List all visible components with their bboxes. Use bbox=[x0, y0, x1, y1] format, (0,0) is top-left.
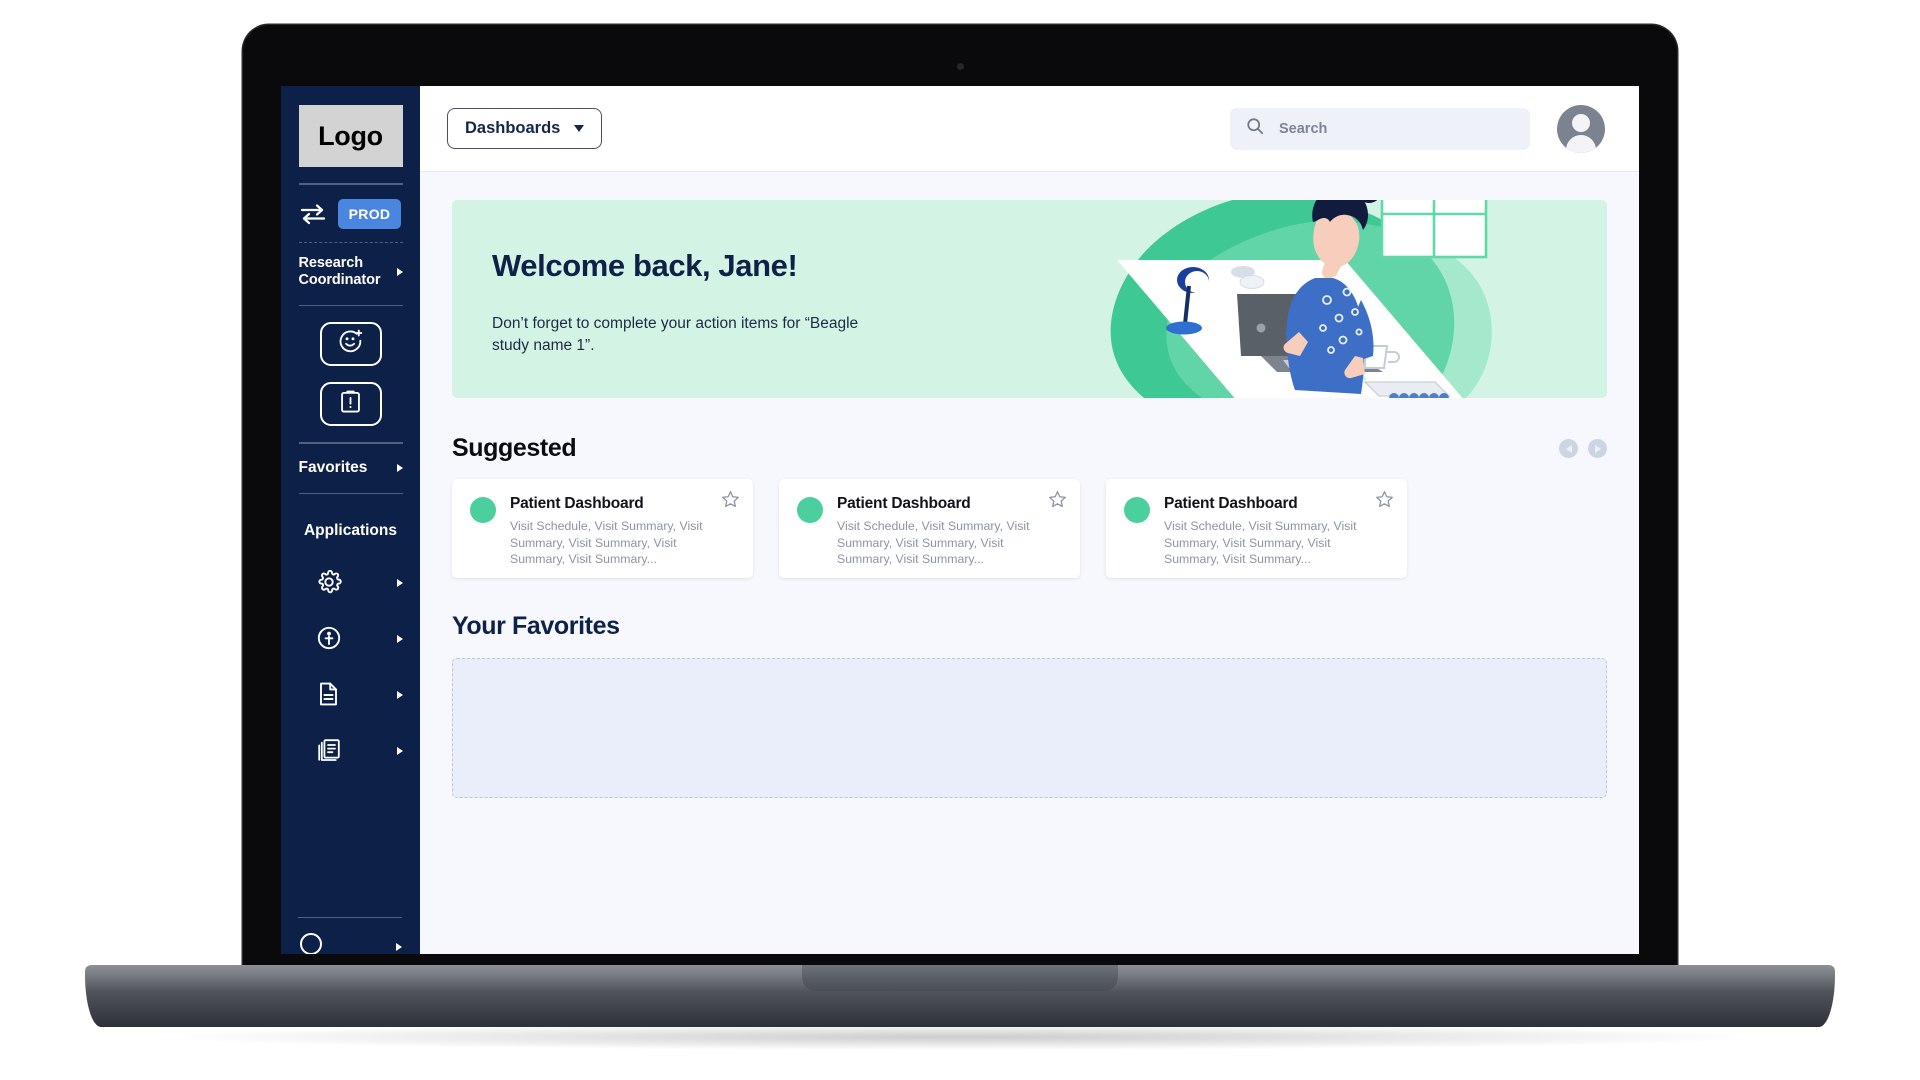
carousel-controls bbox=[1559, 439, 1607, 458]
page-title: Welcome back, Jane! bbox=[492, 248, 798, 283]
app-color-dot bbox=[1124, 497, 1150, 523]
chevron-left-icon bbox=[1565, 444, 1572, 453]
laptop-base-notch bbox=[802, 965, 1118, 991]
add-person-button[interactable] bbox=[319, 322, 382, 367]
suggested-section-header: Suggested bbox=[452, 434, 1607, 463]
applications-heading: Applications bbox=[303, 522, 397, 540]
dashboards-label: Dashboards bbox=[465, 119, 561, 137]
swap-arrows-icon bbox=[300, 203, 327, 225]
environment-badge[interactable]: PROD bbox=[337, 198, 402, 229]
add-person-icon bbox=[338, 329, 363, 359]
chevron-right-icon bbox=[396, 942, 402, 951]
avatar-head bbox=[1572, 113, 1590, 132]
carousel-next-button[interactable] bbox=[1588, 439, 1607, 458]
sidebar-divider bbox=[298, 916, 402, 918]
sidebar-item-people[interactable] bbox=[299, 625, 403, 652]
search-icon bbox=[1246, 117, 1264, 140]
action-items-button[interactable] bbox=[319, 382, 382, 427]
content-area: Welcome back, Jane! Don’t forget to comp… bbox=[420, 172, 1639, 954]
suggested-card[interactable]: Patient Dashboard Visit Schedule, Visit … bbox=[779, 479, 1080, 578]
sidebar-divider bbox=[298, 442, 403, 444]
card-description: Visit Schedule, Visit Summary, Visit Sum… bbox=[837, 519, 1030, 567]
app-color-dot bbox=[797, 497, 823, 523]
welcome-subtext: Don’t forget to complete your action ite… bbox=[492, 315, 859, 355]
card-description: Visit Schedule, Visit Summary, Visit Sum… bbox=[510, 519, 703, 567]
star-outline-icon[interactable] bbox=[1048, 490, 1067, 509]
help-icon bbox=[298, 931, 324, 954]
card-title: Patient Dashboard bbox=[1164, 495, 1298, 512]
card-body: Patient Dashboard Visit Schedule, Visit … bbox=[837, 495, 1062, 578]
card-body: Patient Dashboard Visit Schedule, Visit … bbox=[1164, 495, 1389, 578]
sidebar-item-settings[interactable] bbox=[299, 569, 403, 596]
star-outline-icon[interactable] bbox=[721, 490, 740, 509]
woman-at-desk-illustration bbox=[1047, 200, 1607, 398]
carousel-prev-button[interactable] bbox=[1559, 439, 1578, 458]
app-logo[interactable]: Logo bbox=[298, 105, 403, 167]
card-title: Patient Dashboard bbox=[837, 495, 971, 512]
sidebar-divider bbox=[298, 492, 403, 495]
favorites-title: Your Favorites bbox=[452, 612, 620, 640]
chevron-right-icon bbox=[396, 746, 403, 755]
application-window: Logo PROD Research Coordinator Favorites… bbox=[281, 86, 1639, 954]
role-label: Research Coordinator bbox=[298, 254, 381, 288]
search-box[interactable] bbox=[1230, 107, 1530, 150]
sidebar-item-favorites[interactable]: Favorites bbox=[299, 459, 403, 477]
favorites-empty-dropzone[interactable] bbox=[452, 658, 1607, 798]
chevron-right-icon bbox=[1594, 444, 1601, 453]
sidebar-divider bbox=[298, 304, 403, 307]
chevron-right-icon bbox=[396, 578, 403, 587]
card-title: Patient Dashboard bbox=[510, 495, 644, 512]
avatar-body bbox=[1566, 134, 1596, 153]
document-icon bbox=[316, 681, 343, 708]
chevron-right-icon bbox=[396, 690, 403, 699]
environment-switcher[interactable]: PROD bbox=[300, 198, 402, 229]
suggested-card-list: Patient Dashboard Visit Schedule, Visit … bbox=[452, 479, 1607, 578]
welcome-banner-text: Welcome back, Jane! Don’t forget to comp… bbox=[492, 248, 892, 358]
laptop-shadow bbox=[170, 1024, 1750, 1050]
sidebar: Logo PROD Research Coordinator Favorites… bbox=[281, 86, 420, 954]
star-outline-icon[interactable] bbox=[1375, 490, 1394, 509]
suggested-card[interactable]: Patient Dashboard Visit Schedule, Visit … bbox=[1106, 479, 1407, 578]
card-body: Patient Dashboard Visit Schedule, Visit … bbox=[510, 495, 735, 578]
sidebar-item-help[interactable] bbox=[298, 931, 402, 954]
chevron-right-icon bbox=[396, 463, 403, 472]
laptop-screen: Logo PROD Research Coordinator Favorites… bbox=[281, 86, 1639, 954]
main-column: Dashboards Search Welcome back, Jane! Do… bbox=[420, 86, 1639, 954]
app-color-dot bbox=[470, 497, 496, 523]
gear-icon bbox=[316, 569, 343, 596]
chevron-down-icon bbox=[574, 125, 585, 132]
stacked-documents-icon bbox=[316, 737, 343, 764]
card-description: Visit Schedule, Visit Summary, Visit Sum… bbox=[1164, 519, 1357, 567]
sidebar-item-role[interactable]: Research Coordinator bbox=[299, 255, 403, 289]
chevron-right-icon bbox=[396, 267, 403, 276]
webcam-dot bbox=[956, 63, 964, 70]
favorites-section-header: Your Favorites bbox=[452, 612, 1607, 641]
sidebar-item-reports[interactable] bbox=[299, 737, 403, 764]
suggested-title: Suggested bbox=[452, 434, 577, 462]
favorites-label: Favorites bbox=[298, 458, 368, 476]
sidebar-item-documents[interactable] bbox=[299, 681, 403, 708]
chevron-right-icon bbox=[396, 634, 403, 643]
suggested-card[interactable]: Patient Dashboard Visit Schedule, Visit … bbox=[452, 479, 753, 578]
screenshot-stage: MacBook Air Logo PROD bbox=[0, 0, 1920, 1080]
search-input[interactable] bbox=[1279, 120, 1514, 137]
welcome-banner: Welcome back, Jane! Don’t forget to comp… bbox=[452, 200, 1607, 398]
top-bar: Dashboards bbox=[420, 86, 1639, 172]
person-circle-icon bbox=[316, 625, 343, 652]
sidebar-divider-dashed bbox=[298, 241, 403, 243]
avatar[interactable] bbox=[1557, 104, 1605, 153]
sidebar-divider bbox=[298, 183, 403, 185]
dashboards-dropdown-button[interactable]: Dashboards bbox=[447, 108, 603, 149]
clipboard-alert-icon bbox=[339, 389, 362, 419]
